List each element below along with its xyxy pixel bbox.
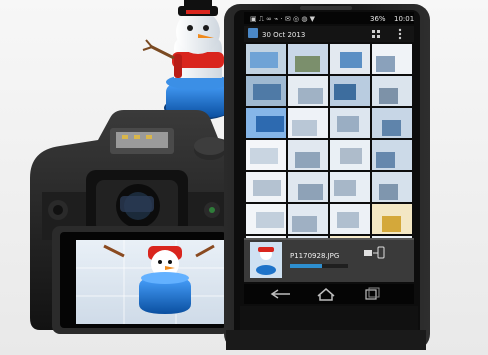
overflow-menu-icon[interactable] (398, 28, 402, 40)
gallery-app-icon[interactable] (248, 28, 258, 38)
photo-thumbnail[interactable] (372, 108, 412, 138)
photo-thumbnail[interactable] (288, 204, 328, 234)
battery-percent: 36% (370, 15, 386, 23)
photo-thumbnail[interactable] (246, 140, 286, 170)
photo-thumbnail[interactable] (246, 108, 286, 138)
photo-thumbnail[interactable] (372, 76, 412, 106)
photo-thumbnail[interactable] (288, 44, 328, 74)
photo-thumbnail[interactable] (372, 204, 412, 234)
photo-thumbnail[interactable] (330, 140, 370, 170)
photo-thumbnail[interactable] (330, 76, 370, 106)
photo-thumbnail[interactable] (288, 140, 328, 170)
transfer-filename: P1170928.JPG (290, 252, 339, 260)
photo-thumbnail[interactable] (330, 44, 370, 74)
photo-thumbnail[interactable] (330, 172, 370, 202)
photo-thumbnail[interactable] (372, 172, 412, 202)
transfer-thumbnail (250, 242, 282, 278)
gallery-date-label: 30 Oct 2013 (262, 31, 305, 39)
photo-thumbnail[interactable] (246, 76, 286, 106)
photo-thumbnail[interactable] (372, 44, 412, 74)
photo-thumbnail[interactable] (246, 172, 286, 202)
photo-thumbnail[interactable] (330, 108, 370, 138)
photo-thumbnail[interactable] (330, 204, 370, 234)
photo-thumbnail[interactable] (246, 44, 286, 74)
transfer-progress-fill (290, 264, 322, 268)
navigation-bar (244, 284, 414, 304)
status-bar: ▣ ⎍ ∞ ⌁ · ✉ ◎ ◍ ▼ 36% 10:01 (244, 12, 414, 24)
status-time: 10:01 (394, 15, 414, 23)
photo-scene: ▣ ⎍ ∞ ⌁ · ✉ ◎ ◍ ▼ 36% 10:01 30 Oct 2013 (0, 0, 488, 355)
photo-thumbnail[interactable] (246, 204, 286, 234)
photo-thumbnail[interactable] (288, 108, 328, 138)
transfer-panel: P1170928.JPG (244, 238, 414, 282)
smartphone: ▣ ⎍ ∞ ⌁ · ✉ ◎ ◍ ▼ 36% 10:01 30 Oct 2013 (224, 4, 430, 350)
svg-text:▣ ⎍ ∞ ⌁ · ✉ ◎ ◍ ▼: ▣ ⎍ ∞ ⌁ · ✉ ◎ ◍ ▼ (250, 15, 316, 23)
camera-lcd-screen (76, 240, 226, 324)
photo-thumbnail[interactable] (288, 172, 328, 202)
photo-thumbnail[interactable] (372, 140, 412, 170)
photo-thumbnail[interactable] (288, 76, 328, 106)
gallery-header: 30 Oct 2013 (244, 26, 414, 42)
